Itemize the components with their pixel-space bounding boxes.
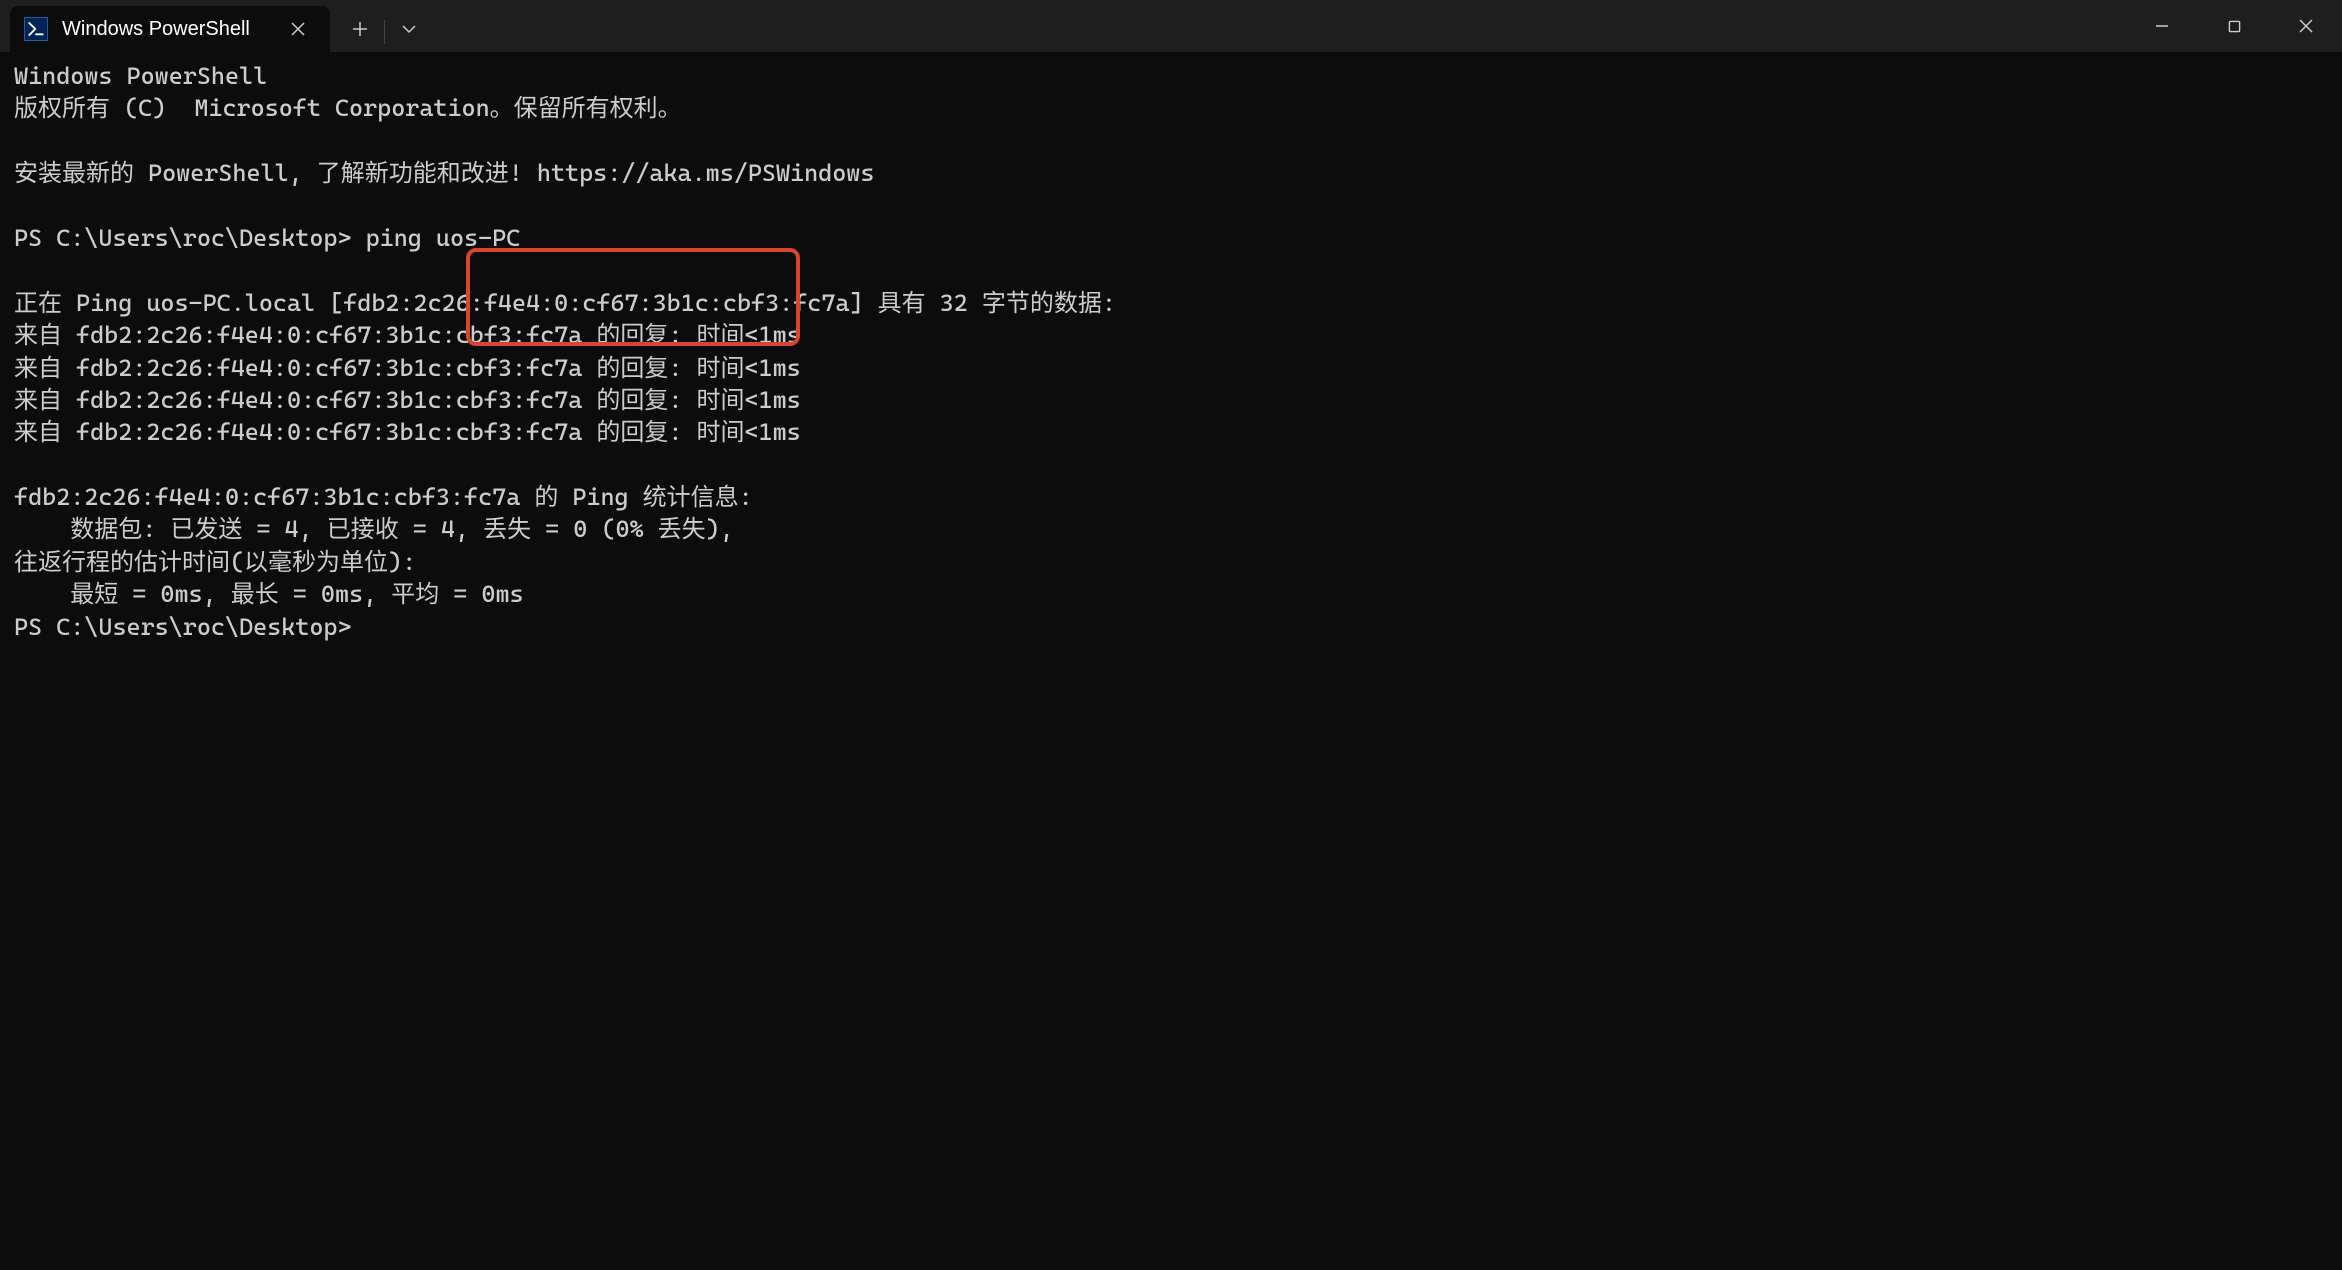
terminal-output[interactable]: Windows PowerShell 版权所有 (C) Microsoft Co… (0, 52, 2342, 651)
minimize-button[interactable] (2126, 0, 2198, 52)
maximize-button[interactable] (2198, 0, 2270, 52)
new-tab-button[interactable] (336, 6, 384, 52)
titlebar-left: Windows PowerShell (0, 0, 433, 52)
active-tab[interactable]: Windows PowerShell (10, 6, 330, 52)
titlebar: Windows PowerShell (0, 0, 2342, 52)
window-controls (2126, 0, 2342, 52)
tab-actions (336, 0, 433, 52)
close-button[interactable] (2270, 0, 2342, 52)
tab-dropdown-button[interactable] (385, 6, 433, 52)
tab-title: Windows PowerShell (62, 18, 272, 41)
tab-close-button[interactable] (286, 17, 310, 41)
powershell-icon (24, 17, 48, 41)
